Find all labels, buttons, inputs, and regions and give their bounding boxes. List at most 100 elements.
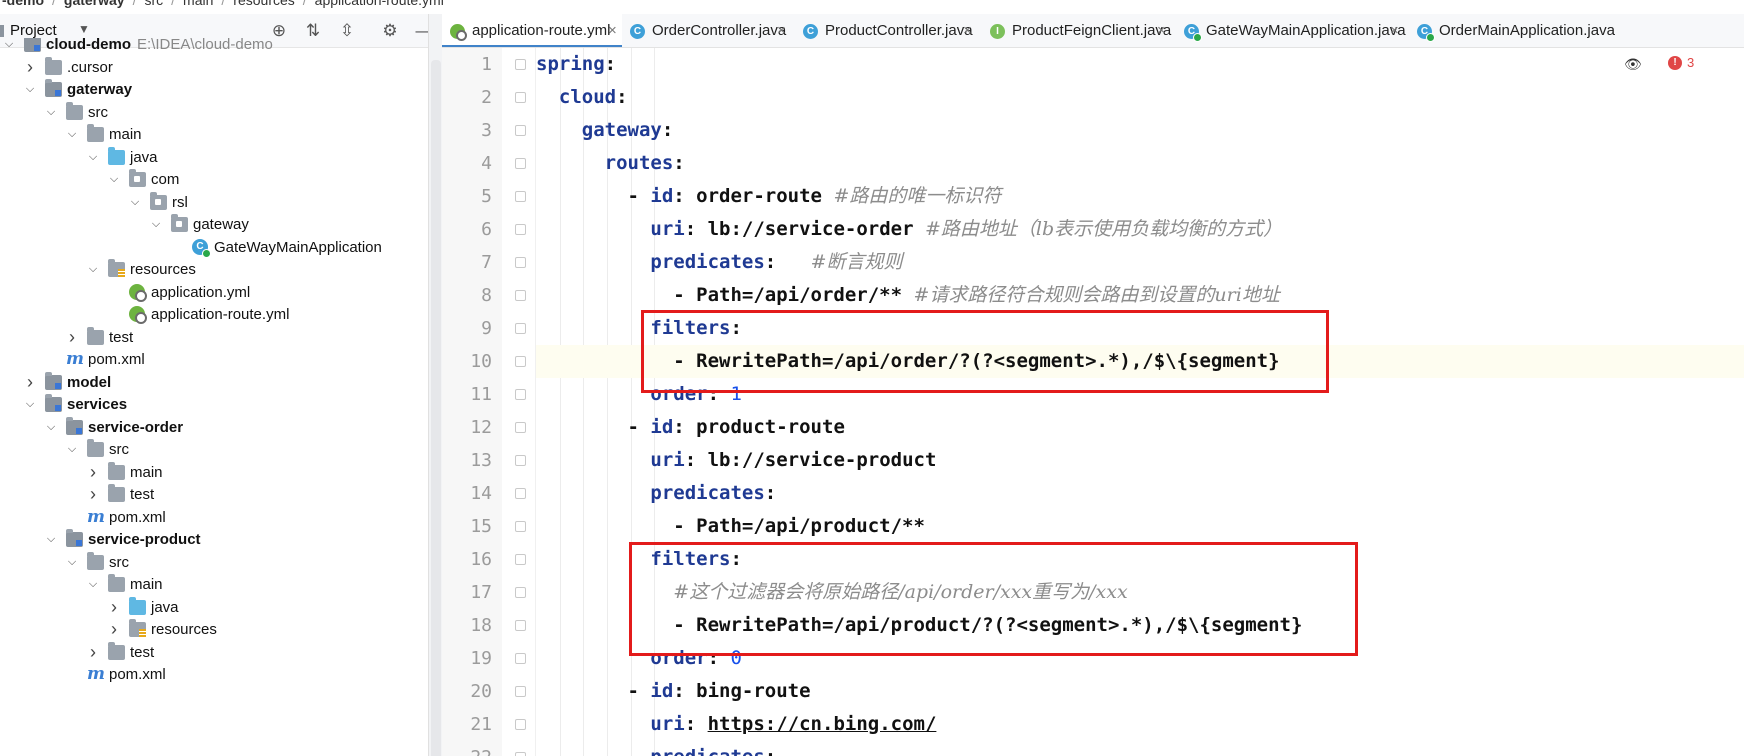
chevron-down-icon[interactable]: ⌵ xyxy=(23,392,37,417)
tree-row[interactable]: › test xyxy=(0,325,428,350)
chevron-right-icon[interactable]: › xyxy=(23,55,37,80)
tree-row[interactable]: m pom.xml xyxy=(0,505,428,530)
error-icon[interactable]: ! xyxy=(1668,56,1682,70)
breadcrumb-item[interactable]: -demo xyxy=(0,0,46,8)
tree-row[interactable]: ⌵ src xyxy=(0,550,428,575)
chevron-down-icon[interactable]: ⌵ xyxy=(128,190,142,215)
fold-marker-icon[interactable] xyxy=(515,686,526,697)
code-line[interactable]: gateway: xyxy=(536,114,1744,147)
inspection-widget[interactable]: 👁 ! 3 xyxy=(1624,55,1744,76)
chevron-right-icon[interactable]: › xyxy=(86,460,100,485)
tree-row[interactable]: application-route.yml xyxy=(0,302,428,327)
chevron-right-icon[interactable]: › xyxy=(107,595,121,620)
fold-marker-icon[interactable] xyxy=(515,389,526,400)
chevron-down-icon[interactable]: ⌵ xyxy=(44,527,58,552)
close-icon[interactable]: × xyxy=(777,14,786,47)
reader-mode-icon[interactable]: 👁 xyxy=(1624,56,1642,73)
tree-row[interactable]: ⌵ src xyxy=(0,100,428,125)
tree-row[interactable]: ⌵ gaterway xyxy=(0,77,428,102)
fold-marker-icon[interactable] xyxy=(515,257,526,268)
chevron-down-icon[interactable]: ⌵ xyxy=(23,77,37,102)
fold-marker-icon[interactable] xyxy=(515,521,526,532)
chevron-right-icon[interactable]: › xyxy=(107,617,121,642)
chevron-right-icon[interactable]: › xyxy=(23,370,37,395)
breadcrumb-item[interactable]: gaterway xyxy=(62,0,127,8)
chevron-right-icon[interactable]: › xyxy=(65,325,79,350)
code-line[interactable]: predicates: #断言规则 xyxy=(536,246,1744,279)
chevron-right-icon[interactable]: › xyxy=(86,482,100,507)
tree-row[interactable]: ⌵ rsl xyxy=(0,190,428,215)
project-panel-title[interactable]: Project xyxy=(10,22,57,39)
tree-row[interactable]: ⌵ com xyxy=(0,167,428,192)
tab-application-route-yml[interactable]: application-route.yml × xyxy=(442,14,622,47)
tree-row[interactable]: C GateWayMainApplication xyxy=(0,235,428,260)
chevron-down-icon[interactable]: ⌵ xyxy=(86,572,100,597)
tab-gatewaymainapplication-java[interactable]: C GateWayMainApplication.java × xyxy=(1176,14,1409,47)
fold-marker-icon[interactable] xyxy=(515,752,526,756)
fold-marker-icon[interactable] xyxy=(515,323,526,334)
code-line[interactable]: uri: lb://service-order #路由地址（lb表示使用负载均衡… xyxy=(536,213,1744,246)
close-icon[interactable]: × xyxy=(1157,14,1166,47)
tree-row[interactable]: ⌵ java xyxy=(0,145,428,170)
tab-productcontroller-java[interactable]: C ProductController.java × xyxy=(795,14,982,47)
tree-row[interactable]: m pom.xml xyxy=(0,662,428,687)
code-line[interactable]: routes: xyxy=(536,147,1744,180)
tree-row[interactable]: ⌵ gateway xyxy=(0,212,428,237)
error-count[interactable]: 3 xyxy=(1687,55,1694,70)
tab-ordercontroller-java[interactable]: C OrderController.java × xyxy=(622,14,795,47)
code-line[interactable]: uri: lb://service-product xyxy=(536,444,1744,477)
tree-row[interactable]: › resources xyxy=(0,617,428,642)
tree-row[interactable]: › model xyxy=(0,370,428,395)
fold-marker-icon[interactable] xyxy=(515,653,526,664)
fold-marker-icon[interactable] xyxy=(515,191,526,202)
tree-scrollbar[interactable] xyxy=(431,60,441,756)
tab-ordermainapplication-java[interactable]: C OrderMainApplication.java xyxy=(1409,14,1744,47)
tree-row[interactable]: › test xyxy=(0,640,428,665)
tree-row[interactable]: › main xyxy=(0,460,428,485)
fold-marker-icon[interactable] xyxy=(515,59,526,70)
chevron-down-icon[interactable]: ▼ xyxy=(78,22,90,36)
tree-row[interactable]: m pom.xml xyxy=(0,347,428,372)
tree-row[interactable]: › java xyxy=(0,595,428,620)
chevron-down-icon[interactable]: ⌵ xyxy=(86,145,100,170)
code-line[interactable]: spring: xyxy=(536,48,1744,81)
chevron-right-icon[interactable]: › xyxy=(86,640,100,665)
close-icon[interactable]: × xyxy=(608,14,617,47)
fold-marker-icon[interactable] xyxy=(515,158,526,169)
tree-row[interactable]: ⌵ main xyxy=(0,122,428,147)
code-line[interactable]: uri: https://cn.bing.com/ xyxy=(536,708,1744,741)
close-icon[interactable]: × xyxy=(1390,14,1399,47)
chevron-down-icon[interactable]: ⌵ xyxy=(44,415,58,440)
tree-row[interactable]: ⌵ resources xyxy=(0,257,428,282)
breadcrumb-item[interactable]: application-route.yml xyxy=(313,0,446,8)
panel-splitter[interactable] xyxy=(428,14,442,756)
code-line[interactable]: - id: bing-route xyxy=(536,675,1744,708)
chevron-down-icon[interactable]: ⌵ xyxy=(65,550,79,575)
code-line[interactable]: - id: product-route xyxy=(536,411,1744,444)
code-line[interactable]: predicates: xyxy=(536,477,1744,510)
tab-productfeignclient-java[interactable]: I ProductFeignClient.java × xyxy=(982,14,1176,47)
fold-marker-icon[interactable] xyxy=(515,554,526,565)
fold-marker-icon[interactable] xyxy=(515,620,526,631)
tree-row[interactable]: ⌵ main xyxy=(0,572,428,597)
tree-row[interactable]: application.yml xyxy=(0,280,428,305)
chevron-down-icon[interactable]: ⌵ xyxy=(149,212,163,237)
chevron-down-icon[interactable]: ⌵ xyxy=(44,100,58,125)
tree-row[interactable]: ⌵ src xyxy=(0,437,428,462)
code-line[interactable]: cloud: xyxy=(536,81,1744,114)
fold-marker-icon[interactable] xyxy=(515,455,526,466)
fold-marker-icon[interactable] xyxy=(515,587,526,598)
breadcrumb-item[interactable]: resources xyxy=(231,0,296,8)
close-icon[interactable]: × xyxy=(963,14,972,47)
chevron-down-icon[interactable]: ⌵ xyxy=(86,257,100,282)
code-line[interactable]: predicates: xyxy=(536,741,1744,756)
breadcrumb-item[interactable]: src xyxy=(142,0,165,8)
code-line[interactable]: - id: order-route #路由的唯一标识符 xyxy=(536,180,1744,213)
chevron-down-icon[interactable]: ⌵ xyxy=(107,167,121,192)
fold-marker-icon[interactable] xyxy=(515,422,526,433)
chevron-down-icon[interactable]: ⌵ xyxy=(65,437,79,462)
fold-marker-icon[interactable] xyxy=(515,488,526,499)
fold-marker-icon[interactable] xyxy=(515,125,526,136)
tree-row[interactable]: › .cursor xyxy=(0,55,428,80)
fold-marker-icon[interactable] xyxy=(515,92,526,103)
